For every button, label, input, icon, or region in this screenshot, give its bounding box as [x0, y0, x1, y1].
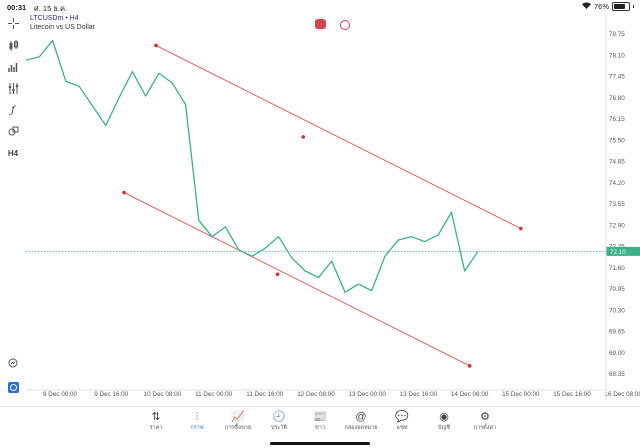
nav-item-label: แชท: [397, 425, 408, 431]
channel-line-upper[interactable]: [156, 45, 521, 228]
y-tick-label: 76.80: [609, 95, 625, 102]
y-tick-label: 78.75: [609, 31, 625, 38]
nav-item-chart[interactable]: ⫶กราฟ: [177, 410, 217, 432]
nav-item-settings[interactable]: ⚙การตั้งค่า: [465, 410, 505, 432]
price-series-line: [26, 41, 478, 293]
x-tick-label: 15 Dec 00:00: [502, 391, 540, 398]
chart-icon: ⫶: [177, 410, 217, 424]
symbol-info: LTCUSDm • H4 Litecoin vs US Dollar: [30, 15, 95, 32]
channel-line-lower[interactable]: [124, 193, 470, 366]
current-price-label: 72.10: [610, 249, 626, 256]
x-tick-label: 15 Dec 16:00: [553, 391, 591, 398]
x-tick-label: 16 Dec 08:00: [604, 391, 640, 398]
candlestick-icon[interactable]: [6, 38, 20, 52]
nav-item-chat[interactable]: 💬แชท: [382, 410, 422, 432]
function-icon[interactable]: ƒ: [6, 103, 20, 117]
channel-anchor-point[interactable]: [519, 227, 523, 231]
trade-icon: 📈: [218, 410, 258, 424]
y-tick-label: 71.60: [609, 265, 625, 272]
nav-item-account[interactable]: ◉บัญชี: [424, 410, 464, 432]
y-tick-label: 77.45: [609, 74, 625, 81]
y-tick-label: 70.30: [609, 307, 625, 314]
x-tick-label: 12 Dec 08:00: [297, 391, 335, 398]
channel-anchor-point[interactable]: [154, 44, 158, 48]
price-chart[interactable]: 9 Dec 00:00 9 Dec 16:00 10 Dec 08:00 11 Dec…: [26, 14, 640, 400]
y-tick-label: 74.85: [609, 159, 625, 166]
y-tick-label: 72.90: [609, 222, 625, 229]
nav-item-history[interactable]: 🕘ประวัติ: [259, 410, 299, 432]
nav-item-news[interactable]: 📰ข่าว: [300, 410, 340, 432]
mailbox-icon: @: [341, 410, 381, 424]
history-icon: 🕘: [259, 410, 299, 424]
timeframe-icon[interactable]: H4: [6, 146, 20, 160]
x-tick-label: 9 Dec 16:00: [94, 391, 128, 398]
shapes-icon[interactable]: [6, 124, 20, 138]
chart-canvas[interactable]: 9 Dec 00:00 9 Dec 16:00 10 Dec 08:00 11 Dec…: [26, 14, 640, 400]
status-bar: 00:31 ศ. 15 ธ.ค. 76%: [0, 0, 640, 14]
y-tick-label: 73.55: [609, 201, 625, 208]
nav-item-label: การตั้งค่า: [474, 425, 496, 431]
quotes-icon: ⇅: [136, 410, 176, 424]
zoom-icon[interactable]: [6, 356, 20, 370]
channel-anchor-point[interactable]: [468, 364, 472, 368]
y-tick-label: 69.65: [609, 329, 625, 336]
x-tick-label: 13 Dec 16:00: [400, 391, 438, 398]
status-time: 00:31: [7, 3, 26, 12]
sell-buy-panel-icon[interactable]: [340, 20, 350, 30]
crosshair-icon[interactable]: [6, 16, 20, 30]
y-tick-label: 68.35: [609, 371, 625, 378]
news-icon: 📰: [300, 410, 340, 424]
nav-item-label: ประวัติ: [271, 425, 287, 431]
home-indicator: [270, 442, 370, 445]
x-tick-label: 11 Dec 16:00: [246, 391, 283, 398]
y-tick-label: 76.15: [609, 116, 625, 123]
drawing-toolbar: ƒ H4: [0, 14, 26, 400]
x-tick-label: 11 Dec 00:00: [195, 391, 232, 398]
nav-item-trade[interactable]: 📈การซื้อขาย: [218, 410, 258, 432]
y-tick-label: 74.20: [609, 180, 625, 187]
y-tick-label: 70.95: [609, 286, 625, 293]
x-tick-label: 9 Dec 00:00: [43, 391, 77, 398]
nav-item-quotes[interactable]: ⇅ราคา: [136, 410, 176, 432]
y-tick-label: 69.00: [609, 350, 625, 357]
nav-item-label: กล่องจดหมาย: [344, 425, 377, 431]
x-tick-label: 10 Dec 08:00: [144, 391, 182, 398]
indicators-icon[interactable]: [6, 60, 20, 74]
y-tick-label: 78.10: [609, 52, 625, 59]
x-tick-label: 13 Dec 00:00: [348, 391, 386, 398]
y-tick-label: 75.50: [609, 137, 625, 144]
chat-icon: 💬: [382, 410, 422, 424]
trade-shortcut-icon[interactable]: [6, 380, 20, 394]
battery-percent: 76%: [594, 2, 609, 11]
channel-anchor-point[interactable]: [301, 135, 305, 139]
nav-item-label: การซื้อขาย: [225, 425, 251, 431]
wifi-icon: [582, 2, 591, 11]
channel-anchor-point[interactable]: [276, 272, 280, 276]
nav-item-label: ข่าว: [315, 425, 325, 431]
nav-item-label: ราคา: [150, 425, 163, 431]
one-click-trading-icon[interactable]: [315, 19, 326, 29]
symbol-description: Litecoin vs US Dollar: [30, 24, 95, 33]
nav-item-mailbox[interactable]: @กล่องจดหมาย: [341, 410, 381, 432]
settings-icon: ⚙: [465, 410, 505, 424]
channel-anchor-point[interactable]: [122, 191, 126, 195]
objects-icon[interactable]: [6, 81, 20, 95]
battery-icon: [612, 2, 630, 11]
nav-item-label: กราฟ: [190, 425, 203, 431]
nav-item-label: บัญชี: [438, 425, 450, 431]
status-indicators: 76%: [582, 2, 634, 11]
symbol-ticker: LTCUSDm • H4: [30, 15, 95, 24]
x-tick-label: 14 Dec 08:00: [451, 391, 489, 398]
account-icon: ◉: [424, 410, 464, 424]
